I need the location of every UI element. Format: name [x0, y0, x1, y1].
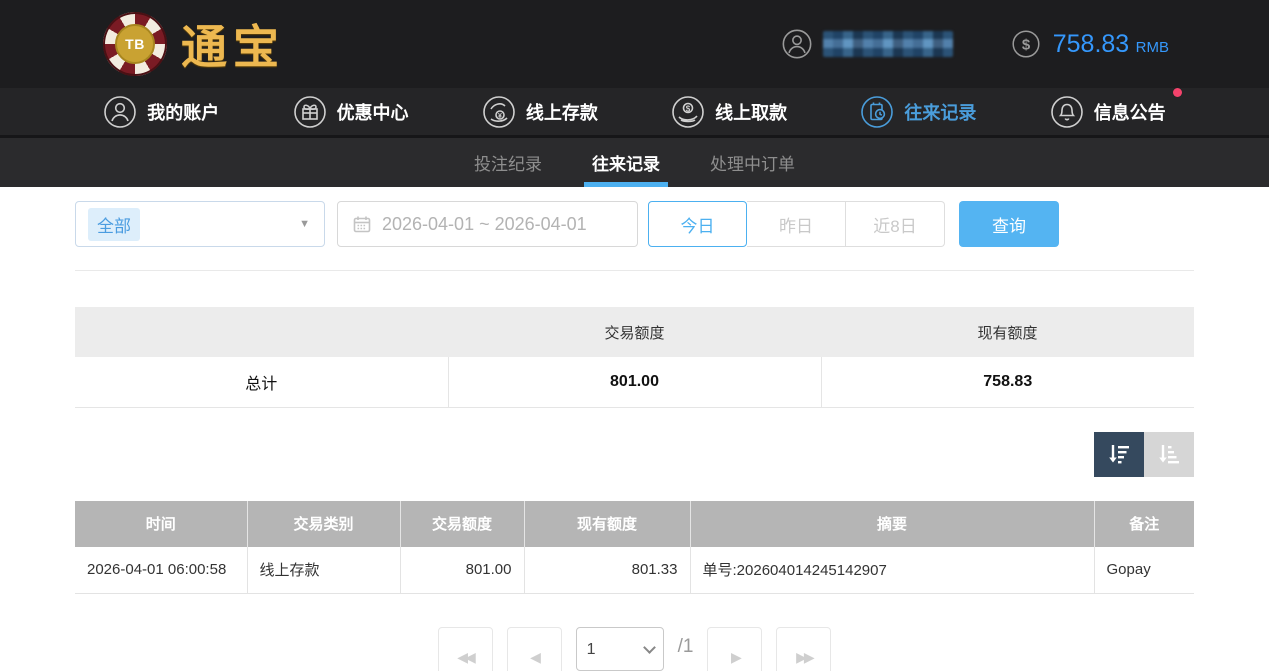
summary-header-row: 交易额度 现有额度 [75, 307, 1194, 357]
prev-page-icon: ◀ [530, 649, 538, 666]
unread-dot-badge [1173, 88, 1182, 97]
summary-total-label: 总计 [75, 357, 448, 407]
nav-item-records[interactable]: 往来记录 [860, 95, 976, 129]
deposit-hand-coin-icon: ¥ [482, 95, 516, 129]
cell-amount: 801.00 [400, 547, 524, 594]
dollar-coin-icon: $ [1011, 29, 1041, 59]
nav-label: 往来记录 [904, 99, 976, 125]
main-nav: 我的账户 优惠中心 ¥ 线上存款 [0, 88, 1269, 138]
nav-label: 线上取款 [715, 99, 787, 125]
cell-balance: 801.33 [524, 547, 690, 594]
withdraw-hand-coin-icon: $ [671, 95, 705, 129]
first-page-icon: ◀◀ [457, 649, 473, 666]
range-button-yesterday[interactable]: 昨日 [747, 201, 846, 247]
tab-transaction-records[interactable]: 往来记录 [590, 138, 662, 187]
summary-col-trade-amount: 交易额度 [448, 307, 821, 357]
col-note: 备注 [1094, 501, 1194, 547]
page-select-wrap: 1 [576, 627, 664, 671]
col-balance: 现有额度 [524, 501, 690, 547]
records-header-row: 时间 交易类别 交易额度 现有额度 摘要 备注 [75, 501, 1194, 547]
summary-col-empty [75, 307, 448, 357]
page-total: /1 [678, 636, 694, 658]
col-summary: 摘要 [690, 501, 1094, 547]
range-button-last8days[interactable]: 近8日 [846, 201, 945, 247]
last-page-icon: ▶▶ [796, 649, 812, 666]
sort-descending-button[interactable] [1094, 432, 1144, 477]
filter-divider [75, 270, 1194, 271]
user-circle-icon [103, 95, 137, 129]
filter-row: 全部 ▼ 2026-04-01 ~ 2026-04-01 今日 昨日 近8日 查… [75, 201, 1194, 247]
next-page-button[interactable]: ▶ [707, 627, 762, 671]
records-clipboard-clock-icon [860, 95, 894, 129]
date-range-input[interactable]: 2026-04-01 ~ 2026-04-01 [337, 201, 638, 247]
chevron-down-icon: ▼ [299, 218, 310, 230]
svg-text:¥: ¥ [498, 113, 502, 120]
censored-username [823, 31, 953, 57]
balance-amount: 758.83 [1053, 30, 1129, 58]
summary-trade-amount: 801.00 [448, 357, 821, 407]
sort-ascending-button[interactable] [1144, 432, 1194, 477]
brand-name: 通宝 [181, 11, 285, 77]
type-select-value: 全部 [88, 208, 140, 241]
top-header: TB 通宝 $ 758.83 RMB [0, 0, 1269, 88]
summary-total-row: 总计 801.00 758.83 [75, 357, 1194, 407]
main-content: 全部 ▼ 2026-04-01 ~ 2026-04-01 今日 昨日 近8日 查… [75, 201, 1194, 671]
records-table: 时间 交易类别 交易额度 现有额度 摘要 备注 2026-04-01 06:00… [75, 501, 1194, 595]
svg-text:$: $ [686, 104, 691, 113]
date-range-value: 2026-04-01 ~ 2026-04-01 [382, 214, 587, 235]
prev-page-button[interactable]: ◀ [507, 627, 562, 671]
nav-item-deposit[interactable]: ¥ 线上存款 [482, 95, 598, 129]
cell-type: 线上存款 [247, 547, 400, 594]
summary-current-balance: 758.83 [821, 357, 1194, 407]
tab-processing-orders[interactable]: 处理中订单 [708, 138, 797, 187]
table-row: 2026-04-01 06:00:58 线上存款 801.00 801.33 单… [75, 547, 1194, 594]
chip-center-label: TB [115, 24, 155, 64]
col-time: 时间 [75, 501, 247, 547]
cell-summary: 单号:202604014245142907 [690, 547, 1094, 594]
nav-item-my-account[interactable]: 我的账户 [103, 95, 219, 129]
search-button[interactable]: 查询 [959, 201, 1059, 247]
svg-text:$: $ [1022, 36, 1031, 53]
nav-label: 线上存款 [526, 99, 598, 125]
summary-table: 交易额度 现有额度 总计 801.00 758.83 [75, 307, 1194, 408]
poker-chip-icon: TB [103, 12, 167, 76]
summary-col-current-balance: 现有额度 [821, 307, 1194, 357]
pagination: ◀◀ ◀ 1 /1 ▶ ▶▶ [75, 627, 1194, 671]
calendar-icon [352, 214, 372, 234]
range-button-today[interactable]: 今日 [648, 201, 747, 247]
nav-label: 我的账户 [147, 99, 219, 125]
logo[interactable]: TB 通宝 [103, 11, 285, 77]
nav-item-promotions[interactable]: 优惠中心 [293, 95, 409, 129]
first-page-button[interactable]: ◀◀ [438, 627, 493, 671]
nav-item-withdraw[interactable]: $ 线上取款 [671, 95, 787, 129]
sort-ascending-icon [1156, 441, 1182, 467]
bell-icon [1050, 95, 1084, 129]
user-icon [781, 28, 813, 60]
col-type: 交易类别 [247, 501, 400, 547]
cell-time: 2026-04-01 06:00:58 [75, 547, 247, 594]
tab-betting-records[interactable]: 投注纪录 [472, 138, 544, 187]
quick-range-group: 今日 昨日 近8日 [648, 201, 945, 247]
last-page-button[interactable]: ▶▶ [776, 627, 831, 671]
sort-descending-icon [1106, 441, 1132, 467]
balance-currency: RMB [1136, 39, 1169, 56]
nav-item-announcements[interactable]: 信息公告 [1050, 95, 1166, 129]
nav-label: 优惠中心 [337, 99, 409, 125]
col-amount: 交易额度 [400, 501, 524, 547]
balance[interactable]: $ 758.83 RMB [1011, 29, 1169, 59]
sub-nav: 投注纪录 往来记录 处理中订单 [0, 138, 1269, 187]
cell-note: Gopay [1094, 547, 1194, 594]
user-account[interactable] [781, 28, 953, 60]
sort-controls [75, 432, 1194, 477]
nav-label: 信息公告 [1094, 99, 1166, 125]
page-select[interactable]: 1 [576, 627, 664, 671]
next-page-icon: ▶ [731, 649, 739, 666]
type-select-dropdown[interactable]: 全部 ▼ [75, 201, 325, 247]
gift-icon [293, 95, 327, 129]
